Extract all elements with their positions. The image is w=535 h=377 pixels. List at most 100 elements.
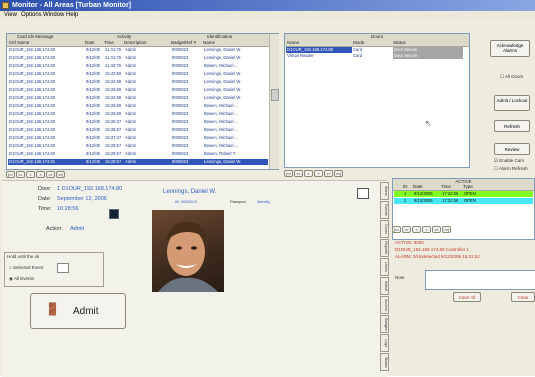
- nav-button[interactable]: >>: [46, 171, 55, 178]
- nav-button[interactable]: |<<: [284, 170, 293, 177]
- nav-button[interactable]: <: [26, 171, 35, 178]
- table-row[interactable]: D1OUR_192.168.174.80 9/12/06 15:28:37 Admit…: [8, 119, 268, 125]
- col-alarm-time[interactable]: Time: [441, 184, 451, 189]
- col-date[interactable]: Date: [85, 40, 95, 45]
- acknowledge-alarms-button[interactable]: Acknowledge Alarms: [490, 40, 530, 57]
- table-cell: D1OUR_192.168.174.80: [9, 55, 56, 60]
- table-row[interactable]: D1OUR_192.168.174.80 9/12/06 15:26:56 Admit…: [8, 111, 268, 117]
- col-time[interactable]: Time: [104, 40, 114, 45]
- alarms-navigator: |<< << < > >> >>|: [392, 226, 502, 233]
- nav-button[interactable]: <: [304, 170, 313, 177]
- popup-icon[interactable]: [357, 188, 369, 199]
- nav-button[interactable]: >>: [324, 170, 333, 177]
- doors-navigator: |<< << < > >> >>|: [284, 170, 374, 177]
- selected-event-option[interactable]: ○ Selected Event: [9, 265, 43, 270]
- alarm-detail-line: D1OUR_192.168.174.80 Controller 1: [395, 247, 470, 252]
- col-alarm-id[interactable]: ID: [403, 184, 408, 189]
- alarm-refresh-check[interactable]: ☐ Alarm Refresh: [494, 166, 528, 172]
- table-row[interactable]: D1OUR_192.168.174.81 9/12/06 15:28:57 Admit…: [8, 159, 268, 165]
- col-door-mode[interactable]: Mode: [353, 40, 364, 45]
- table-row[interactable]: D1OUR_192.168.174.80 9/12/06 15:26:56 Admit…: [8, 103, 268, 109]
- table-row[interactable]: D1OUR_192.168.174.80 9/12/06 15:24:56 Admit…: [8, 79, 268, 85]
- vertical-tab[interactable]: Logs: [380, 334, 389, 352]
- vertical-tab[interactable]: Admit: [380, 277, 389, 295]
- nav-button[interactable]: >: [314, 170, 323, 177]
- alarm-detail-line: ACTIVE: 9000: [395, 240, 424, 245]
- refresh-button[interactable]: Refresh: [494, 120, 530, 132]
- door-name[interactable]: Virtual Reader: [287, 53, 314, 59]
- events-scroll-thumb[interactable]: [271, 89, 279, 101]
- alarm-cell: 2: [404, 198, 407, 203]
- table-row[interactable]: D1OUR_192.168.174.80 9/12/06 11:31:76 Admit…: [8, 47, 268, 53]
- col-alarm-date[interactable]: Date: [413, 184, 423, 189]
- nav-button[interactable]: |<<: [392, 226, 401, 233]
- table-row[interactable]: D1OUR_192.168.174.80 9/12/06 15:28:57 Admit…: [8, 151, 268, 157]
- table-row[interactable]: D1OUR_192.168.174.80 9/12/06 15:43:56 Admit…: [8, 71, 268, 77]
- col-ctrl-name[interactable]: Ctrl Name: [9, 40, 29, 45]
- table-row[interactable]: D1OUR_192.168.174.80 9/12/06 11:40:76 Admit…: [8, 63, 268, 69]
- clear-button[interactable]: Clear: [511, 292, 535, 302]
- door-mode: Card: [353, 53, 363, 58]
- vertical-tab[interactable]: Alarm: [380, 182, 389, 200]
- vertical-tab[interactable]: Access: [380, 296, 389, 314]
- nav-button[interactable]: |<<: [6, 171, 15, 178]
- table-cell: D1OUR_192.168.174.80: [9, 95, 56, 100]
- admit-lockout-button[interactable]: Admit / Lockout: [494, 95, 530, 111]
- nav-button[interactable]: >: [36, 171, 45, 178]
- table-row[interactable]: D1OUR_192.168.174.80 9/12/06 11:31:76 Admit…: [8, 55, 268, 61]
- vertical-tab[interactable]: Doors: [380, 220, 389, 238]
- nav-button[interactable]: >>|: [56, 171, 65, 178]
- menu-window[interactable]: Window: [43, 11, 64, 20]
- menu-options[interactable]: Options: [21, 11, 42, 20]
- review-button[interactable]: Review: [494, 143, 530, 155]
- nav-button[interactable]: >>|: [442, 226, 451, 233]
- table-cell: D1OUR_192.168.174.80: [9, 103, 56, 108]
- alarm-row[interactable]: 2 9/12/2006 17:22:56 OPEN: [394, 198, 533, 204]
- selected-event-box[interactable]: [57, 263, 69, 273]
- menu-help[interactable]: Help: [66, 11, 78, 20]
- nav-button[interactable]: <: [412, 226, 421, 233]
- nav-button[interactable]: >>|: [334, 170, 343, 177]
- all-doors-label: All Doors: [505, 74, 524, 79]
- nav-button[interactable]: <<: [16, 171, 25, 178]
- all-doors-check[interactable]: ☐ All Doors: [500, 74, 523, 80]
- nav-button[interactable]: >>: [432, 226, 441, 233]
- col-door-status[interactable]: Status: [393, 40, 406, 45]
- table-cell: 15:26:56: [105, 103, 122, 108]
- vertical-tab[interactable]: Events: [380, 201, 389, 219]
- col-badge[interactable]: Badge/Ref #: [171, 40, 196, 45]
- table-cell: 9/12/06: [86, 63, 100, 68]
- enable-cam-check[interactable]: ☑ Enable Cam: [494, 158, 524, 164]
- table-cell: Admit: [125, 127, 136, 132]
- nav-button[interactable]: >: [422, 226, 431, 233]
- col-alarm-type[interactable]: Type: [463, 184, 473, 189]
- vertical-tab[interactable]: Status: [380, 353, 389, 371]
- col-door-name[interactable]: Name: [287, 40, 299, 45]
- alarm-cell: 17:22:56: [442, 191, 459, 196]
- table-row[interactable]: D1OUR_192.168.174.80 9/12/06 15:27:47 Admit…: [8, 135, 268, 141]
- clear-all-button[interactable]: Clear All: [453, 292, 481, 302]
- table-row[interactable]: D1OUR_192.168.174.80 9/12/06 15:24:56 Admit…: [8, 95, 268, 101]
- events-scrollbar[interactable]: [269, 34, 279, 169]
- nav-button[interactable]: <<: [402, 226, 411, 233]
- alarm-row[interactable]: 1 9/12/2006 17:22:56 OPEN: [394, 191, 533, 197]
- menu-view[interactable]: View: [4, 11, 17, 20]
- table-row[interactable]: D1OUR_192.168.174.80 9/12/06 15:28:57 Admit…: [8, 143, 268, 149]
- table-row[interactable]: D1OUR_192.168.174.80 9/12/06 15:26:57 Admit…: [8, 127, 268, 133]
- vertical-tab[interactable]: Users: [380, 258, 389, 276]
- nav-button[interactable]: <<: [294, 170, 303, 177]
- admit-button[interactable]: 🚪 Admit: [30, 293, 126, 329]
- table-cell: Admit: [125, 159, 136, 164]
- table-cell: Bowen, Michael ...: [204, 119, 239, 124]
- all-events-option[interactable]: ◉ All Events: [9, 276, 34, 282]
- table-cell: 15:26:56: [105, 87, 122, 92]
- col-name[interactable]: Name: [203, 40, 215, 45]
- vertical-tab[interactable]: Badges: [380, 315, 389, 333]
- note-input[interactable]: [425, 270, 535, 290]
- table-cell: 11:31:76: [105, 47, 121, 52]
- table-row[interactable]: D1OUR_192.168.174.80 9/12/06 15:26:56 Admit…: [8, 87, 268, 93]
- table-cell: Lennings, Daniel W.: [204, 79, 242, 84]
- table-cell: Lennings, Daniel W.: [204, 71, 242, 76]
- vertical-tab[interactable]: Reports: [380, 239, 389, 257]
- col-description[interactable]: Description: [124, 40, 147, 45]
